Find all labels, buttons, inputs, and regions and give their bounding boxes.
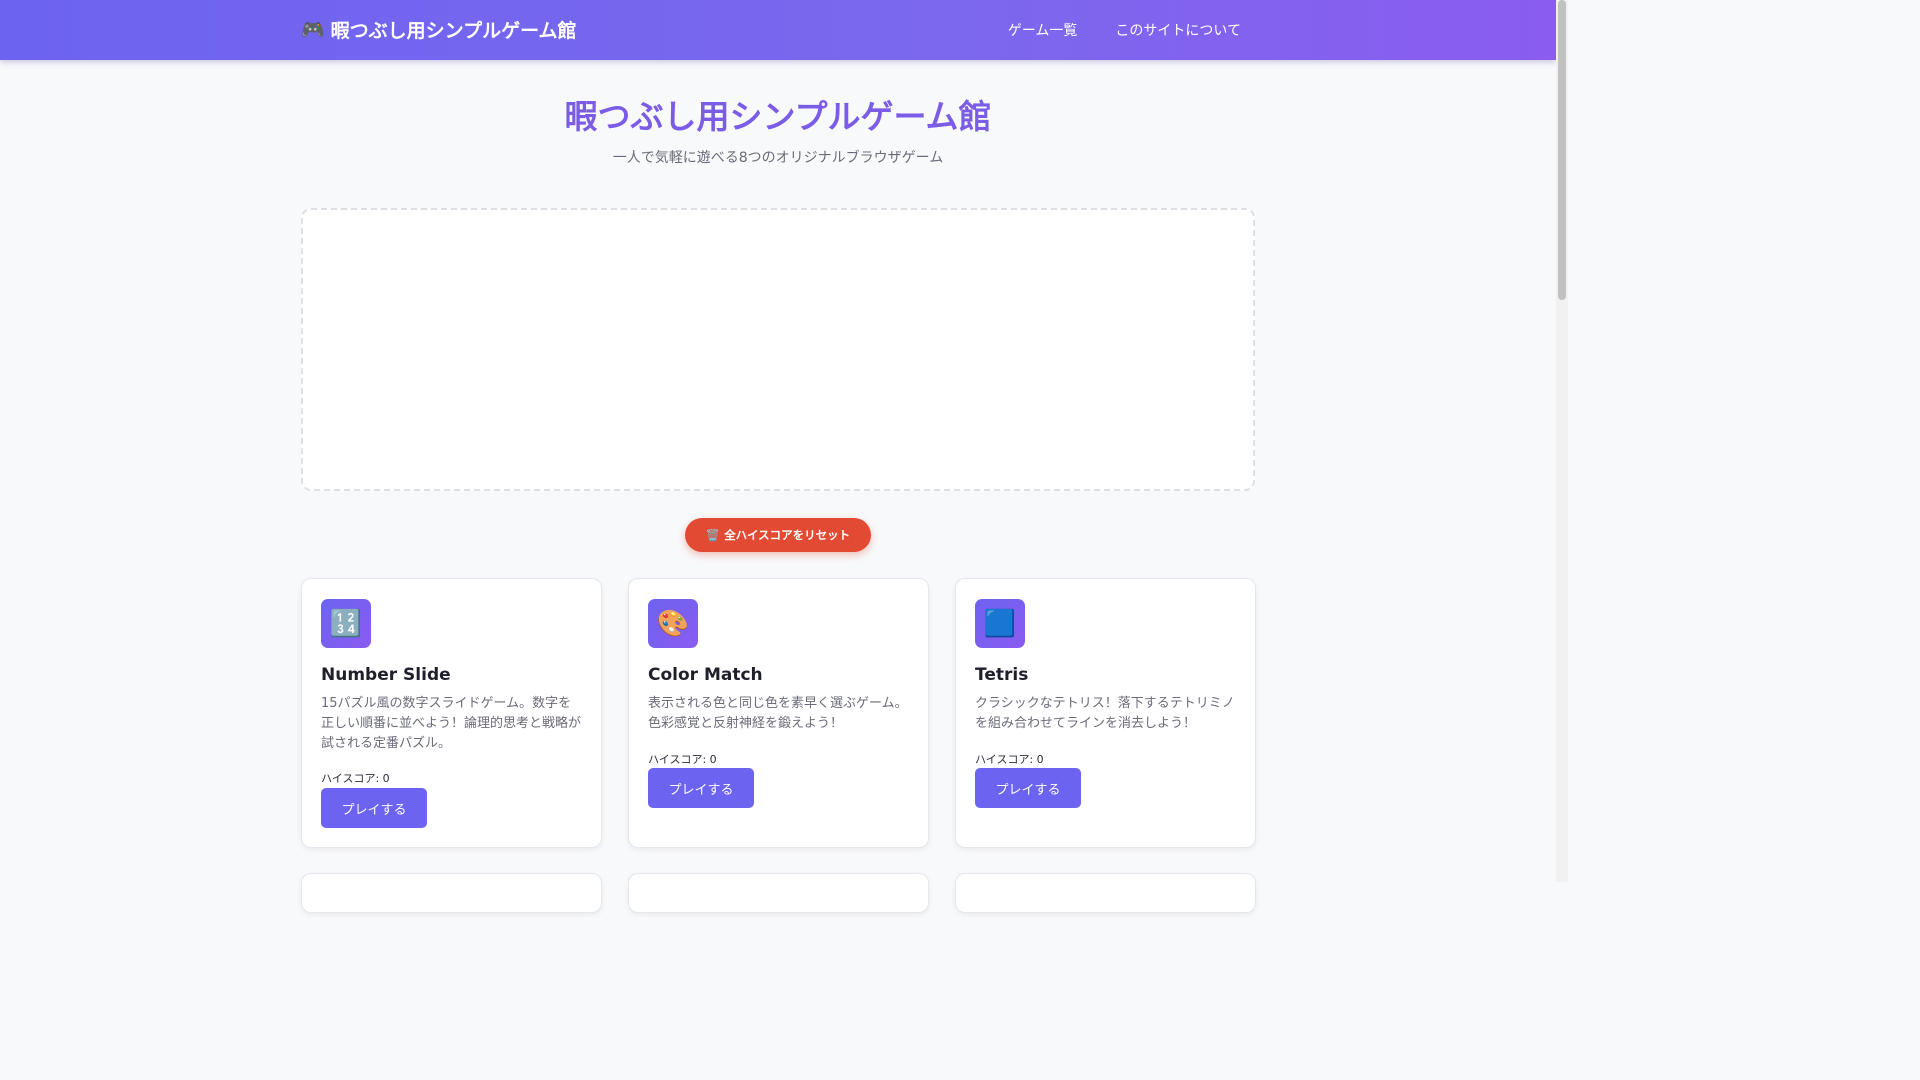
numbers-icon: 🔢	[321, 599, 371, 648]
game-description: クラシックなテトリス！落下するテトリミノを組み合わせてラインを消去しよう！	[975, 696, 1235, 731]
site-logo-text: 暇つぶし用シンプルゲーム館	[330, 20, 577, 42]
site-header: 🎮 暇つぶし用シンプルゲーム館 ゲーム一覧 このサイトについて	[0, 0, 1556, 60]
game-title: Number Slide	[321, 665, 451, 685]
page-subtitle: 一人で気軽に遊べる8つのオリジナルブラウザゲーム	[612, 150, 944, 166]
game-highscore: ハイスコア: 0	[321, 772, 390, 785]
game-highscore: ハイスコア: 0	[975, 753, 1044, 766]
trash-icon: 🗑️	[705, 528, 721, 542]
game-card-number-slide: 🔢 Number Slide 15パズル風の数字スライドゲーム。数字を正しい順番…	[301, 578, 602, 848]
game-description: 15パズル風の数字スライドゲーム。数字を正しい順番に並べよう！論理的思考と戦略が…	[321, 696, 582, 751]
game-card-tetris: 🟦 Tetris クラシックなテトリス！落下するテトリミノを組み合わせてラインを…	[955, 578, 1256, 848]
game-card-partial	[301, 873, 602, 913]
game-card-partial	[628, 873, 929, 913]
ad-placeholder	[301, 208, 1255, 491]
blue-square-icon: 🟦	[975, 599, 1025, 648]
page-scrollbar[interactable]	[1556, 0, 1568, 882]
gamepad-icon: 🎮	[301, 19, 325, 41]
scrollbar-thumb[interactable]	[1558, 0, 1566, 300]
play-button-tetris[interactable]: プレイする	[975, 768, 1081, 808]
reset-highscores-label: 全ハイスコアをリセット	[724, 528, 851, 542]
page-title: 暇つぶし用シンプルゲーム館	[564, 97, 992, 136]
game-title: Color Match	[648, 665, 763, 685]
main-nav: ゲーム一覧 このサイトについて	[1008, 0, 1241, 60]
palette-icon: 🎨	[648, 599, 698, 648]
play-button-number-slide[interactable]: プレイする	[321, 788, 427, 828]
game-description: 表示される色と同じ色を素早く選ぶゲーム。色彩感覚と反射神経を鍛えよう！	[648, 696, 908, 731]
game-card-color-match: 🎨 Color Match 表示される色と同じ色を素早く選ぶゲーム。色彩感覚と反…	[628, 578, 929, 848]
reset-highscores-button[interactable]: 🗑️ 全ハイスコアをリセット	[685, 518, 871, 552]
game-title: Tetris	[975, 665, 1029, 685]
game-card-partial	[955, 873, 1256, 913]
nav-link-game-list[interactable]: ゲーム一覧	[1008, 20, 1078, 40]
site-logo[interactable]: 🎮 暇つぶし用シンプルゲーム館	[301, 16, 577, 43]
nav-link-about[interactable]: このサイトについて	[1115, 20, 1241, 40]
play-button-color-match[interactable]: プレイする	[648, 768, 754, 808]
game-highscore: ハイスコア: 0	[648, 753, 717, 766]
